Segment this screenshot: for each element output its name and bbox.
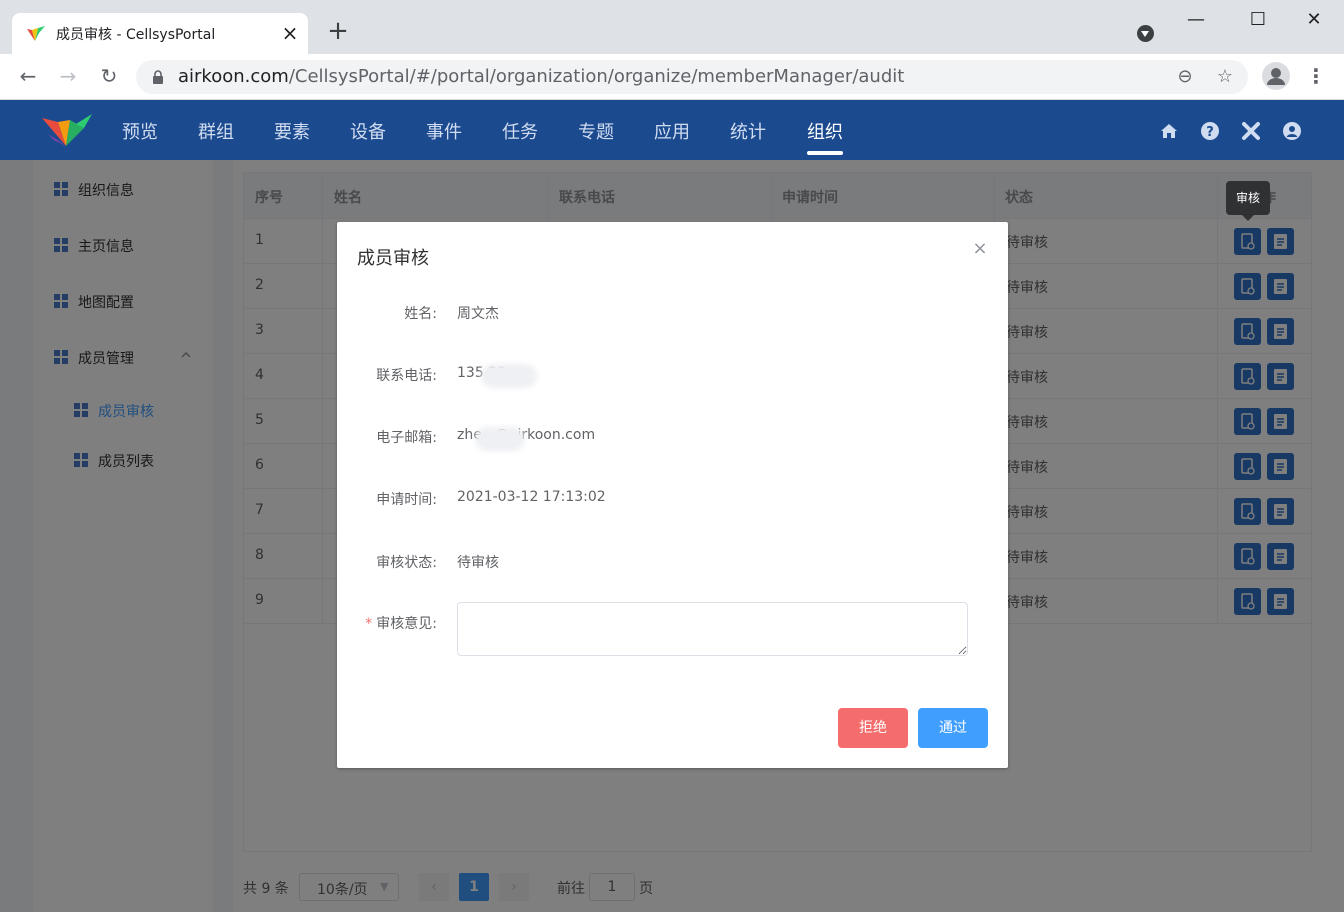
back-icon[interactable]: ← [16,64,40,88]
browser-toolbar: ← → ↻ airkoon.com/CellsysPortal/#/portal… [0,54,1344,100]
address-bar[interactable]: airkoon.com/CellsysPortal/#/portal/organ… [136,60,1248,94]
phone-label: 联系电话: [376,368,437,384]
pass-button[interactable]: 通过 [918,708,988,748]
user-icon[interactable] [1282,121,1302,141]
nav-preview[interactable]: 预览 [122,118,158,144]
browser-tab[interactable]: 成员审核 - CellsysPortal × [12,13,308,54]
url-host: airkoon.com [178,66,289,87]
email-value: zhe e@airkoon.com [457,427,596,443]
audit-status-label: 审核状态: [376,555,437,571]
reject-button[interactable]: 拒绝 [838,708,908,748]
member-audit-dialog: 成员审核 × 姓名: 周文杰 联系电话: 135 39 电子邮箱: zhe e@… [337,222,1008,768]
svg-text:?: ? [1206,125,1214,140]
nav-app[interactable]: 应用 [654,118,690,144]
cellsys-logo [42,114,92,146]
nav-organization[interactable]: 组织 [807,118,843,144]
maximize-icon[interactable]: ☐ [1246,8,1270,32]
tab-title: 成员审核 - CellsysPortal [56,27,216,43]
tab-search-icon[interactable] [1137,25,1154,42]
url-path: /CellsysPortal/#/portal/organization/org… [288,66,905,87]
forward-icon[interactable]: → [56,64,80,88]
app-header: 预览 群组 要素 设备 事件 任务 专题 应用 统计 组织 ? [0,100,1344,160]
redaction-blur [479,431,521,447]
nav-active-indicator [807,151,843,155]
audit-tooltip: 审核 [1226,181,1270,221]
reload-icon[interactable]: ↻ [97,64,121,88]
home-icon[interactable] [1159,121,1179,141]
opinion-label: * 审核意见: [337,613,437,633]
redaction-blur [485,368,533,384]
profile-avatar-icon[interactable] [1262,62,1290,90]
browser-tab-strip: 成员审核 - CellsysPortal × + — ☐ ✕ [0,0,1344,54]
cellsys-favicon-icon [27,26,45,41]
url-text[interactable]: airkoon.com/CellsysPortal/#/portal/organ… [178,66,904,87]
email-label: 电子邮箱: [376,430,437,446]
audit-status-value: 待审核 [457,555,499,571]
nav-task[interactable]: 任务 [502,118,538,144]
browser-menu-icon[interactable]: ⋮ [1304,64,1328,88]
name-label: 姓名: [404,306,437,322]
nav-device[interactable]: 设备 [350,118,386,144]
opinion-textarea[interactable] [457,602,968,656]
zoom-icon[interactable]: ⊖ [1174,66,1196,88]
apply-time-value: 2021-03-12 17:13:02 [457,489,606,505]
dialog-title: 成员审核 [357,248,429,269]
close-icon[interactable]: × [971,240,989,258]
name-value: 周文杰 [457,306,499,322]
bookmark-star-icon[interactable]: ☆ [1214,66,1236,88]
nav-topic[interactable]: 专题 [578,118,614,144]
nav-stats[interactable]: 统计 [730,118,766,144]
nav-event[interactable]: 事件 [426,118,462,144]
help-icon[interactable]: ? [1200,121,1220,141]
nav-feature[interactable]: 要素 [274,118,310,144]
window-close-icon[interactable]: ✕ [1302,8,1326,32]
lock-icon [153,70,163,84]
apply-time-label: 申请时间: [376,492,437,508]
nav-group[interactable]: 群组 [198,118,234,144]
opinion-label-text: 审核意见: [376,616,437,632]
new-tab-icon[interactable]: + [326,18,350,44]
minimize-icon[interactable]: — [1184,8,1208,32]
required-mark: * [365,616,373,632]
tools-icon[interactable] [1241,121,1261,141]
tab-close-icon[interactable]: × [280,21,300,45]
